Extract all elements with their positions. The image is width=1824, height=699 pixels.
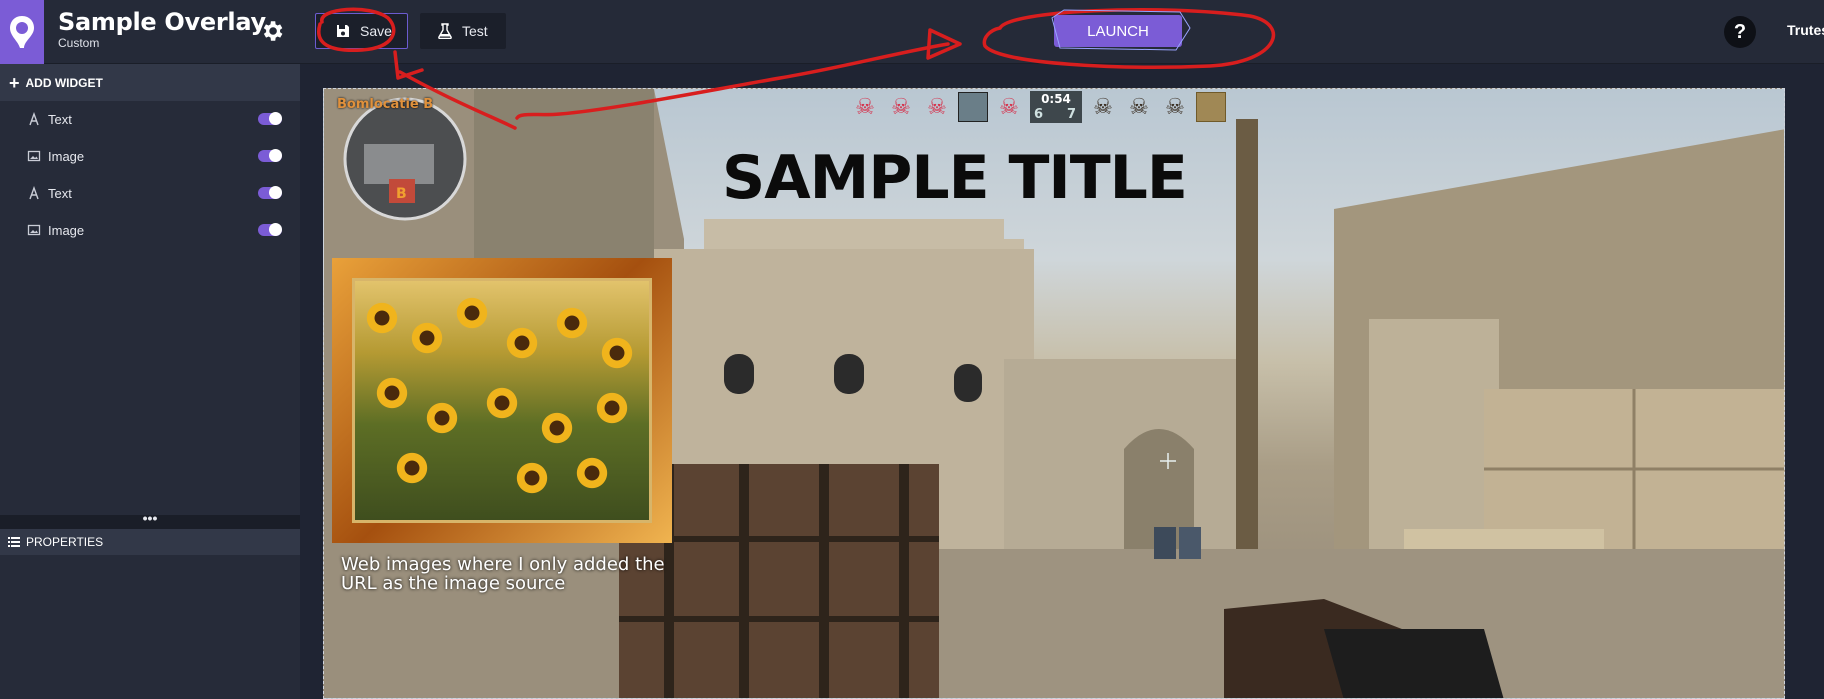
player-portrait <box>1196 92 1226 122</box>
properties-label: PROPERTIES <box>26 535 104 549</box>
overlay-preview-stage[interactable]: B Bomlocatie B ☠ ☠ ☠ ☠ 0:54 6 7 ☠ ☠ ☠ SA… <box>323 88 1785 699</box>
sunflower-image <box>352 278 652 523</box>
skull-icon: ☠ <box>1129 94 1149 119</box>
skull-icon: ☠ <box>927 94 947 119</box>
svg-text:B: B <box>396 186 407 202</box>
round-timer: 0:54 6 7 <box>1030 91 1082 123</box>
panel-resize-handle[interactable]: ••• <box>0 511 300 529</box>
round-timer-value: 0:54 <box>1041 92 1071 106</box>
image-icon <box>27 150 41 162</box>
caption-text-widget[interactable]: Web images where I only added the URL as… <box>341 555 671 593</box>
save-button[interactable]: Save <box>315 13 408 49</box>
pin-logo-icon <box>10 16 34 48</box>
widget-visibility-toggle[interactable] <box>258 186 282 199</box>
app-logo[interactable] <box>0 0 44 64</box>
help-button[interactable]: ? <box>1724 16 1756 48</box>
skull-icon: ☠ <box>1093 94 1113 119</box>
skull-icon: ☠ <box>999 94 1019 119</box>
widget-sidebar: + ADD WIDGET Text Image Text Image ••• P… <box>0 64 300 699</box>
widget-layer-text-1[interactable]: Text <box>0 101 300 138</box>
image-icon <box>27 224 41 236</box>
text-icon <box>29 186 39 200</box>
overlay-subtitle: Custom <box>58 36 100 50</box>
flask-icon <box>438 23 452 39</box>
launch-button[interactable]: LAUNCH <box>1054 15 1182 47</box>
image-widget-framed[interactable] <box>332 258 672 543</box>
team-score-left: 6 <box>1034 107 1044 122</box>
list-icon <box>8 537 20 547</box>
add-widget-label: ADD WIDGET <box>25 75 103 90</box>
floppy-disk-icon <box>337 25 349 37</box>
player-portrait <box>958 92 988 122</box>
bomb-site-label: Bomlocatie B <box>337 97 434 112</box>
skull-icon: ☠ <box>1165 94 1185 119</box>
properties-panel-header[interactable]: PROPERTIES <box>0 529 300 555</box>
kill-feed-hud: ☠ ☠ ☠ ☠ 0:54 6 7 ☠ ☠ ☠ <box>850 91 1226 123</box>
widget-layer-image-1[interactable]: Image <box>0 138 300 175</box>
save-button-label: Save <box>360 23 392 39</box>
skull-icon: ☠ <box>855 94 875 119</box>
skull-icon: ☠ <box>891 94 911 119</box>
widget-layer-label: Image <box>48 149 85 164</box>
test-button[interactable]: Test <box>420 13 506 49</box>
widget-layer-label: Image <box>48 223 85 238</box>
test-button-label: Test <box>462 23 488 39</box>
title-text-widget[interactable]: SAMPLE TITLE <box>722 143 1188 213</box>
add-widget-button[interactable]: + ADD WIDGET <box>0 64 300 101</box>
plus-icon: + <box>9 72 20 93</box>
widget-layer-label: Text <box>48 186 72 201</box>
widget-layer-image-2[interactable]: Image <box>0 212 300 249</box>
widget-visibility-toggle[interactable] <box>258 223 282 236</box>
widget-visibility-toggle[interactable] <box>258 149 282 162</box>
top-bar: Sample Overlay Custom Save Test LAUNCH ?… <box>0 0 1824 64</box>
user-name[interactable]: Trutes <box>1787 22 1824 38</box>
team-score-right: 7 <box>1066 107 1076 122</box>
widget-layer-text-2[interactable]: Text <box>0 175 300 212</box>
text-icon <box>29 112 39 126</box>
widget-layer-label: Text <box>48 112 72 127</box>
widget-visibility-toggle[interactable] <box>258 112 282 125</box>
overlay-title: Sample Overlay <box>58 8 266 36</box>
gear-icon[interactable] <box>259 18 285 44</box>
